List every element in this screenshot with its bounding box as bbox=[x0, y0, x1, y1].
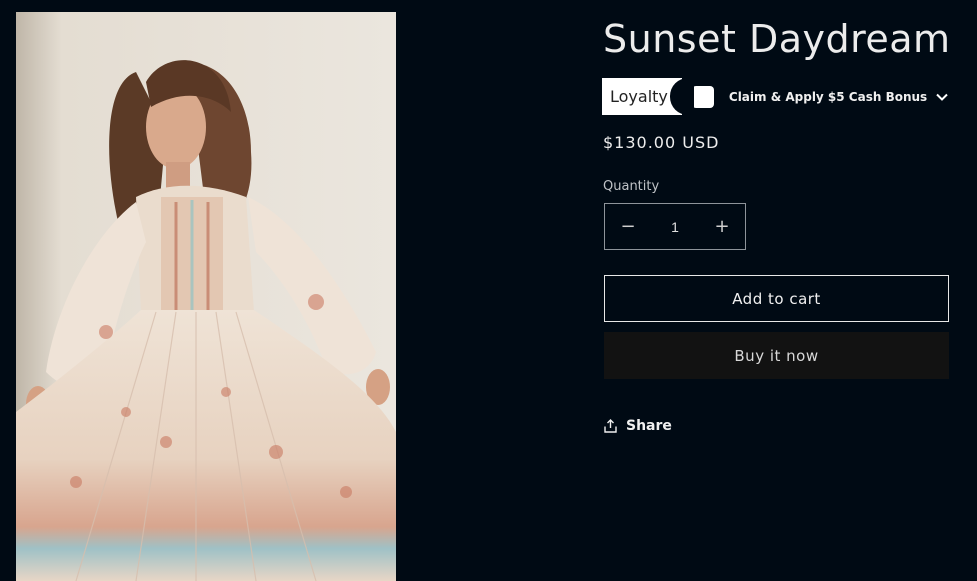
loyalty-cta[interactable]: Claim & Apply $5 Cash Bonus bbox=[729, 90, 927, 104]
quantity-decrease-button[interactable]: − bbox=[605, 204, 651, 249]
product-image[interactable] bbox=[16, 12, 396, 581]
quantity-increase-button[interactable]: + bbox=[699, 204, 745, 249]
share-label: Share bbox=[626, 418, 672, 434]
share-icon bbox=[604, 419, 617, 433]
add-to-cart-button[interactable]: Add to cart bbox=[604, 275, 949, 322]
buy-it-now-button[interactable]: Buy it now bbox=[604, 332, 949, 379]
chevron-down-icon[interactable] bbox=[936, 93, 948, 101]
dress-illustration bbox=[16, 12, 396, 581]
quantity-input[interactable] bbox=[653, 217, 697, 236]
quantity-stepper: − + bbox=[604, 203, 746, 250]
loyalty-widget[interactable]: Loyalty Claim & Apply $5 Cash Bonus bbox=[602, 78, 948, 115]
product-title: Sunset Daydream bbox=[603, 17, 951, 61]
loyalty-checkbox[interactable] bbox=[691, 85, 714, 108]
share-button[interactable]: Share bbox=[604, 418, 672, 434]
product-price: $130.00 USD bbox=[603, 133, 720, 152]
quantity-label: Quantity bbox=[603, 179, 660, 194]
